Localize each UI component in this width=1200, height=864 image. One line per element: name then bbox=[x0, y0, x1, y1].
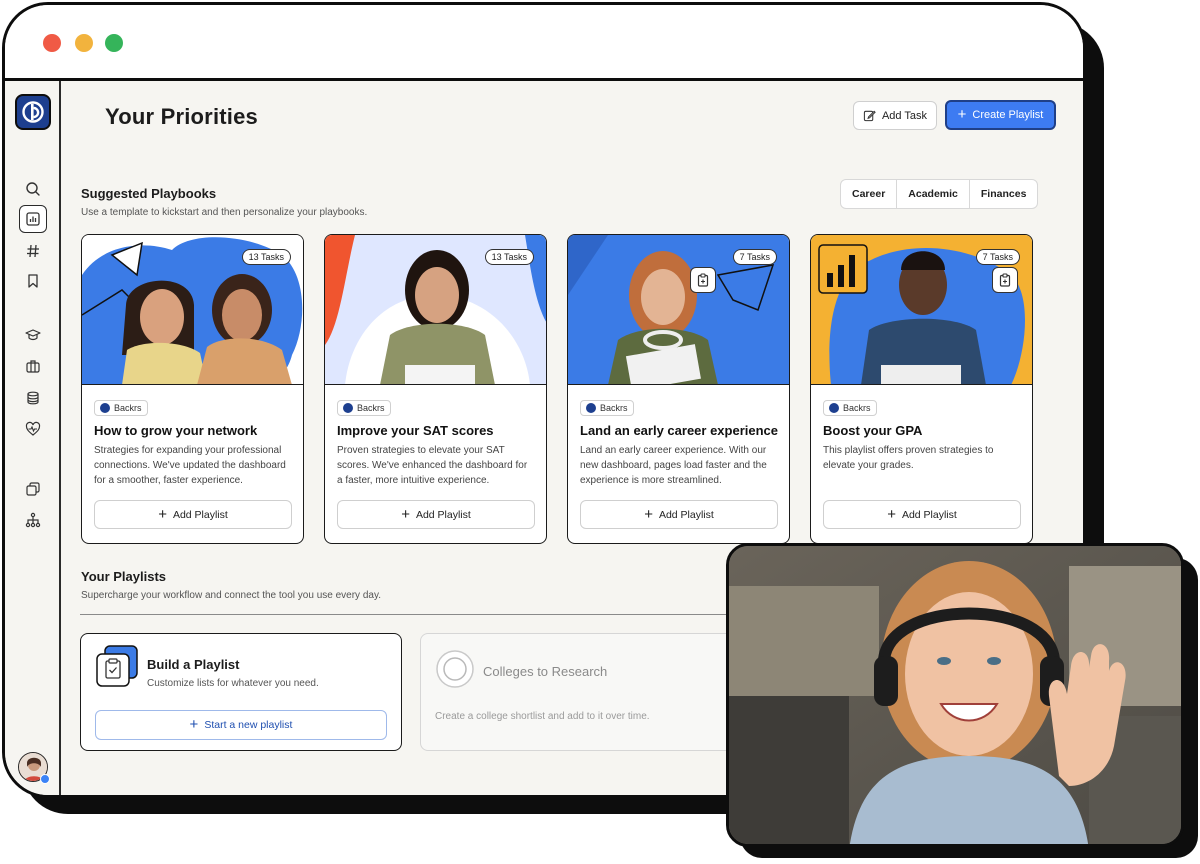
brand-name: Backrs bbox=[357, 403, 385, 413]
coins-icon[interactable] bbox=[19, 384, 47, 412]
add-playlist-button[interactable]: + Add Playlist bbox=[94, 500, 292, 529]
playbook-title: How to grow your network bbox=[94, 423, 258, 438]
brand-name: Backrs bbox=[843, 403, 871, 413]
playbook-image: 7 Tasks bbox=[811, 235, 1032, 385]
suggested-subtitle: Use a template to kickstart and then per… bbox=[81, 207, 368, 218]
brand-name: Backrs bbox=[600, 403, 628, 413]
playbook-title: Boost your GPA bbox=[823, 423, 923, 438]
playbook-card-career[interactable]: 7 Tasks Backrs Land an early career expe… bbox=[567, 234, 790, 544]
playbook-description: This playlist offers proven strategies t… bbox=[823, 445, 994, 471]
category-filter: Career Academic Finances bbox=[840, 179, 1039, 209]
playbook-image: 7 Tasks bbox=[568, 235, 789, 385]
brand-chip: Backrs bbox=[94, 400, 148, 416]
playbook-image: 13 Tasks bbox=[82, 235, 303, 385]
start-new-playlist-button[interactable]: + Start a new playlist bbox=[95, 710, 387, 740]
layers-icon[interactable] bbox=[19, 475, 47, 503]
brand-logo-icon bbox=[829, 403, 839, 413]
sidebar bbox=[5, 81, 61, 795]
playbook-title: Land an early career experience bbox=[580, 423, 779, 438]
build-playlist-subtitle: Customize lists for whatever you need. bbox=[147, 678, 319, 689]
dashboard-icon[interactable] bbox=[19, 205, 47, 233]
add-playlist-label: Add Playlist bbox=[172, 508, 228, 521]
clipboard-check-icon bbox=[96, 645, 138, 687]
brand-logo-icon bbox=[343, 403, 353, 413]
maximize-window-button[interactable] bbox=[105, 34, 123, 52]
playbook-description: Land an early career experience. With ou… bbox=[580, 445, 767, 486]
brand-logo-icon bbox=[586, 403, 596, 413]
playbook-description: Strategies for expanding your profession… bbox=[94, 445, 286, 486]
start-playlist-label: Start a new playlist bbox=[204, 719, 293, 731]
add-playlist-label: Add Playlist bbox=[415, 508, 471, 521]
minimize-window-button[interactable] bbox=[75, 34, 93, 52]
plus-icon: + bbox=[158, 505, 167, 523]
add-task-label: Add Task bbox=[881, 109, 928, 122]
add-playlist-button[interactable]: + Add Playlist bbox=[823, 500, 1021, 529]
brand-chip: Backrs bbox=[580, 400, 634, 416]
search-icon[interactable] bbox=[19, 175, 47, 203]
plus-icon: + bbox=[189, 716, 199, 733]
title-bar bbox=[5, 5, 1083, 81]
filter-academic[interactable]: Academic bbox=[897, 180, 970, 208]
briefcase-icon[interactable] bbox=[19, 352, 47, 380]
playlists-subtitle: Supercharge your workflow and connect th… bbox=[81, 590, 381, 601]
playbook-card-network[interactable]: 13 Tasks Backrs How to grow your network… bbox=[81, 234, 304, 544]
video-call-feed bbox=[726, 543, 1184, 847]
section-divider bbox=[80, 614, 780, 615]
build-playlist-card: Build a Playlist Customize lists for wha… bbox=[80, 633, 402, 751]
heart-pulse-icon[interactable] bbox=[19, 415, 47, 443]
playbook-card-sat[interactable]: 13 Tasks Backrs Improve your SAT scores … bbox=[324, 234, 547, 544]
task-count-badge: 13 Tasks bbox=[241, 249, 291, 265]
brand-name: Backrs bbox=[114, 403, 142, 413]
plus-icon: + bbox=[957, 106, 967, 123]
playbook-image: 13 Tasks bbox=[325, 235, 546, 385]
playlists-title: Your Playlists bbox=[81, 569, 167, 584]
colleges-subtitle: Create a college shortlist and add to it… bbox=[435, 711, 650, 722]
brand-logo-icon bbox=[100, 403, 110, 413]
create-playlist-button[interactable]: + Create Playlist bbox=[945, 100, 1056, 130]
edit-icon bbox=[863, 110, 876, 122]
task-count-badge: 13 Tasks bbox=[484, 249, 534, 265]
add-playlist-label: Add Playlist bbox=[658, 508, 714, 521]
filter-finances[interactable]: Finances bbox=[970, 180, 1038, 208]
task-count-badge: 7 Tasks bbox=[732, 249, 777, 265]
bookmark-icon[interactable] bbox=[19, 267, 47, 295]
plus-icon: + bbox=[644, 505, 653, 523]
add-playlist-button[interactable]: + Add Playlist bbox=[580, 500, 778, 529]
video-participant-image bbox=[729, 546, 1181, 844]
clipboard-icon bbox=[690, 267, 716, 293]
clipboard-icon bbox=[992, 267, 1018, 293]
playbook-description: Proven strategies to elevate your SAT sc… bbox=[337, 445, 528, 486]
task-count-badge: 7 Tasks bbox=[975, 249, 1020, 265]
online-status-indicator bbox=[40, 774, 50, 784]
colleges-title: Colleges to Research bbox=[483, 664, 608, 679]
logo-icon[interactable] bbox=[15, 94, 51, 130]
brand-chip: Backrs bbox=[823, 400, 877, 416]
brand-chip: Backrs bbox=[337, 400, 391, 416]
playbook-card-gpa[interactable]: 7 Tasks Backrs Boost your GPA This playl… bbox=[810, 234, 1033, 544]
create-playlist-label: Create Playlist bbox=[972, 109, 1044, 121]
add-task-button[interactable]: Add Task bbox=[853, 101, 937, 130]
suggested-title: Suggested Playbooks bbox=[81, 186, 217, 201]
org-chart-icon[interactable] bbox=[19, 506, 47, 534]
add-playlist-label: Add Playlist bbox=[901, 508, 957, 521]
build-playlist-title: Build a Playlist bbox=[147, 657, 240, 672]
page-title: Your Priorities bbox=[105, 104, 258, 129]
add-playlist-button[interactable]: + Add Playlist bbox=[337, 500, 535, 529]
filter-career[interactable]: Career bbox=[841, 180, 898, 208]
playbook-title: Improve your SAT scores bbox=[337, 423, 494, 438]
plus-icon: + bbox=[887, 505, 896, 523]
hashtag-icon[interactable] bbox=[19, 237, 47, 265]
close-window-button[interactable] bbox=[43, 34, 61, 52]
graduation-cap-icon[interactable] bbox=[19, 321, 47, 349]
progress-ring-icon bbox=[436, 650, 474, 688]
plus-icon: + bbox=[401, 505, 410, 523]
colleges-playlist-card[interactable]: Colleges to Research Create a college sh… bbox=[420, 633, 740, 751]
